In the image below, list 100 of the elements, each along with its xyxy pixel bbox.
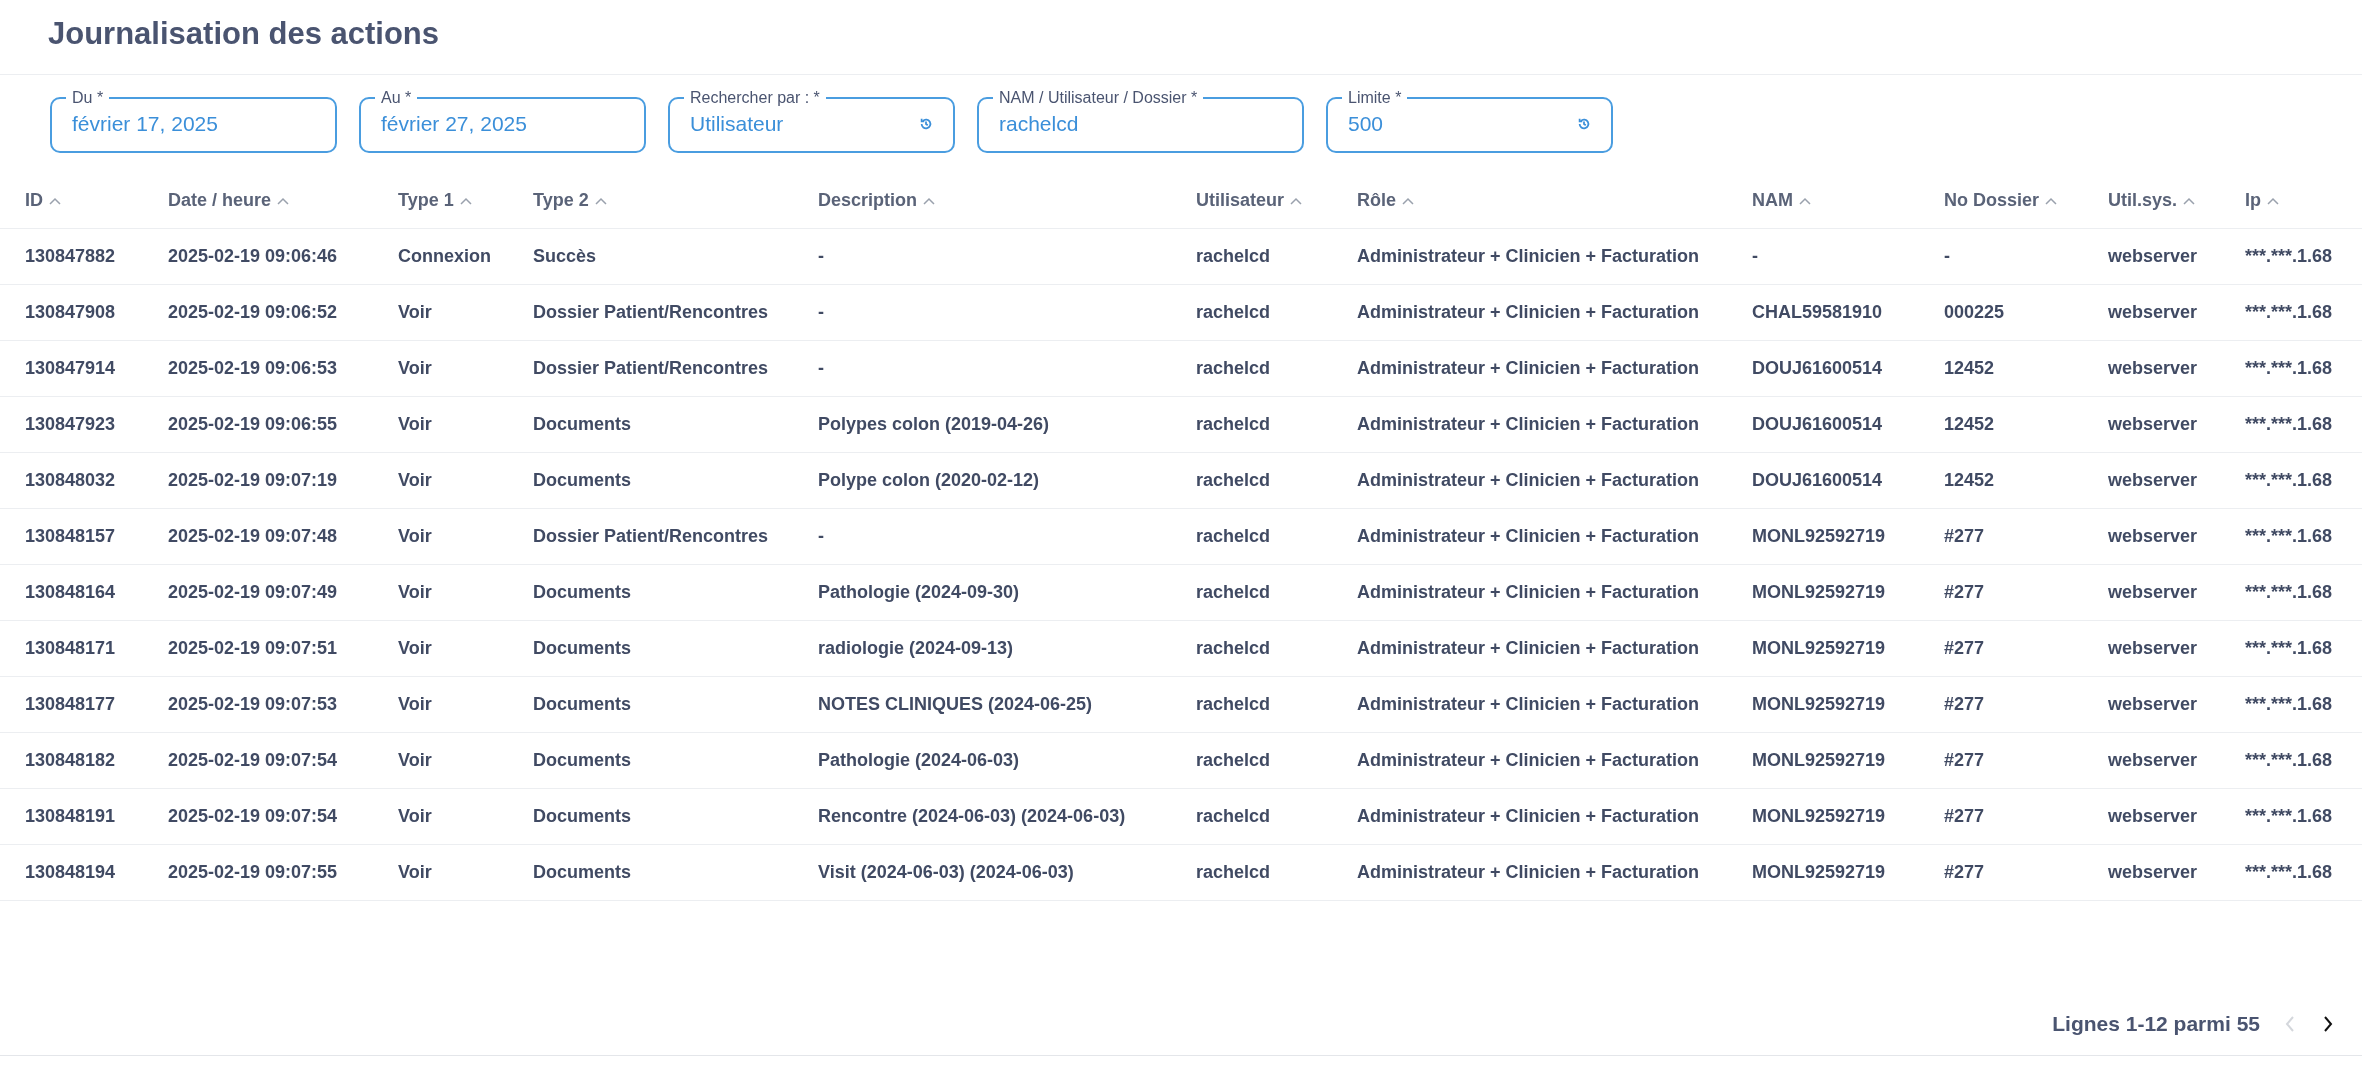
input-field[interactable]: Du * février 17, 2025 (50, 89, 337, 153)
input-field[interactable]: Limite * 500 (1326, 89, 1613, 153)
table-cell-text: DOUJ61600514 (1752, 357, 1883, 380)
table-cell-text: rachelcd (1196, 301, 1271, 324)
table-cell-text: - (818, 301, 824, 324)
table-cell-text: rachelcd (1196, 637, 1271, 660)
table-cell-text: #277 (1944, 805, 1985, 828)
sort-icon[interactable] (2267, 196, 2279, 205)
table-cell-text: 130847908 (25, 301, 116, 324)
input-field[interactable]: Au * février 27, 2025 (359, 89, 646, 153)
table-cell-text: Documents (533, 749, 631, 772)
table-cell-text: Documents (533, 693, 631, 716)
table-cell-text: Administrateur + Clinicien + Facturation (1357, 301, 1700, 324)
table-cell-text: 2025-02-19 09:07:53 (168, 693, 338, 716)
table-cell-text: DOUJ61600514 (1752, 413, 1883, 436)
table-cell-text: Visit (2024-06-03) (2024-06-03) (818, 861, 1074, 884)
column-header[interactable]: No Dossier (1944, 187, 2040, 214)
pagination-text: Lignes 1-12 parmi 55 (2052, 1010, 2260, 1037)
column-header[interactable]: Utilisateur (1196, 187, 1285, 214)
table-cell-text: webserver (2108, 469, 2198, 492)
table-cell-text: radiologie (2024-09-13) (818, 637, 1014, 660)
column-header[interactable]: Ip (2245, 187, 2261, 214)
table-cell-text: 130848032 (25, 469, 116, 492)
sort-icon[interactable] (1402, 196, 1414, 205)
input-field[interactable]: Rechercher par : * Utilisateur (668, 89, 955, 153)
table-cell-text: Voir (398, 469, 432, 492)
column-header[interactable]: ID (25, 187, 43, 214)
table-cell-text: Voir (398, 861, 432, 884)
column-header[interactable]: Description (818, 187, 918, 214)
reset-icon[interactable] (919, 117, 933, 131)
field-value: Utilisateur (690, 111, 784, 138)
column-header[interactable]: NAM (1752, 187, 1793, 214)
table-cell-text: NOTES CLINIQUES (2024-06-25) (818, 693, 1093, 716)
table-cell-text: 130848194 (25, 861, 116, 884)
table-cell-text: Connexion (398, 245, 491, 268)
table-cell-text: Dossier Patient/Rencontres (533, 301, 769, 324)
sort-icon[interactable] (49, 196, 61, 205)
column-header[interactable]: Date / heure (168, 187, 272, 214)
table-cell-text: 12452 (1944, 357, 1995, 380)
table-cell-text: Pathologie (2024-06-03) (818, 749, 1020, 772)
table-cell-text: Voir (398, 693, 432, 716)
column-header[interactable]: Rôle (1357, 187, 1396, 214)
field-label: Rechercher par : * (689, 89, 821, 107)
table-cell-text: Documents (533, 637, 631, 660)
table-cell-text: 130847923 (25, 413, 116, 436)
table-cell-text: Documents (533, 805, 631, 828)
table-cell-text: rachelcd (1196, 525, 1271, 548)
table-cell-text: ***.***.1.68 (2245, 413, 2333, 436)
table-cell-text: webserver (2108, 805, 2198, 828)
table-cell-text: Administrateur + Clinicien + Facturation (1357, 693, 1700, 716)
table-cell-text: #277 (1944, 749, 1985, 772)
table-cell-text: MONL92592719 (1752, 637, 1886, 660)
table-cell-text: Pathologie (2024-09-30) (818, 581, 1020, 604)
table-cell-text: 2025-02-19 09:07:54 (168, 749, 338, 772)
table-cell-text: #277 (1944, 861, 1985, 884)
table-cell-text: 130847914 (25, 357, 116, 380)
page-title: Journalisation des actions (48, 15, 441, 53)
table-cell-text: ***.***.1.68 (2245, 469, 2333, 492)
table-cell-text: Administrateur + Clinicien + Facturation (1357, 581, 1700, 604)
table-cell-text: rachelcd (1196, 805, 1271, 828)
table-cell-text: Administrateur + Clinicien + Facturation (1357, 637, 1700, 660)
table-cell-text: rachelcd (1196, 693, 1271, 716)
table-cell-text: MONL92592719 (1752, 805, 1886, 828)
field-label: NAM / Utilisateur / Dossier * (998, 89, 1199, 107)
sort-icon[interactable] (594, 196, 607, 205)
table-cell-text: 130848191 (25, 805, 116, 828)
table-cell-text: rachelcd (1196, 581, 1271, 604)
sort-icon[interactable] (277, 196, 290, 205)
table-cell-text: 130848164 (25, 581, 116, 604)
table-cell-text: Voir (398, 357, 432, 380)
sort-icon[interactable] (923, 196, 936, 205)
sort-icon[interactable] (1799, 196, 1811, 205)
table-cell-text: ***.***.1.68 (2245, 525, 2333, 548)
table-cell-text: 2025-02-19 09:07:48 (168, 525, 338, 548)
column-header[interactable]: Type 1 (398, 187, 454, 214)
sort-icon[interactable] (2045, 196, 2058, 205)
field-label: Du * (71, 89, 105, 107)
field-value: rachelcd (999, 111, 1079, 138)
table-cell-text: Documents (533, 861, 631, 884)
table-cell-text: webserver (2108, 581, 2198, 604)
field-value: 500 (1348, 111, 1384, 138)
table-cell-text: Administrateur + Clinicien + Facturation (1357, 413, 1700, 436)
sort-icon[interactable] (2183, 196, 2196, 205)
table-cell-text: - (1944, 245, 1950, 268)
table-cell-text: rachelcd (1196, 245, 1271, 268)
table-cell-text: Voir (398, 413, 432, 436)
input-field[interactable]: NAM / Utilisateur / Dossier * rachelcd (977, 89, 1304, 153)
table-cell-text: #277 (1944, 525, 1985, 548)
column-header[interactable]: Type 2 (533, 187, 589, 214)
table-cell-text: ***.***.1.68 (2245, 861, 2333, 884)
sort-icon[interactable] (1290, 196, 1303, 205)
table-cell-text: Voir (398, 525, 432, 548)
table-cell-text: rachelcd (1196, 749, 1271, 772)
column-header[interactable]: Util.sys. (2108, 187, 2178, 214)
table-cell-text: rachelcd (1196, 413, 1271, 436)
sort-icon[interactable] (459, 196, 472, 205)
table-cell-text: Voir (398, 749, 432, 772)
reset-icon[interactable] (1577, 117, 1591, 131)
table-cell-text: DOUJ61600514 (1752, 469, 1883, 492)
table-cell-text: #277 (1944, 637, 1985, 660)
